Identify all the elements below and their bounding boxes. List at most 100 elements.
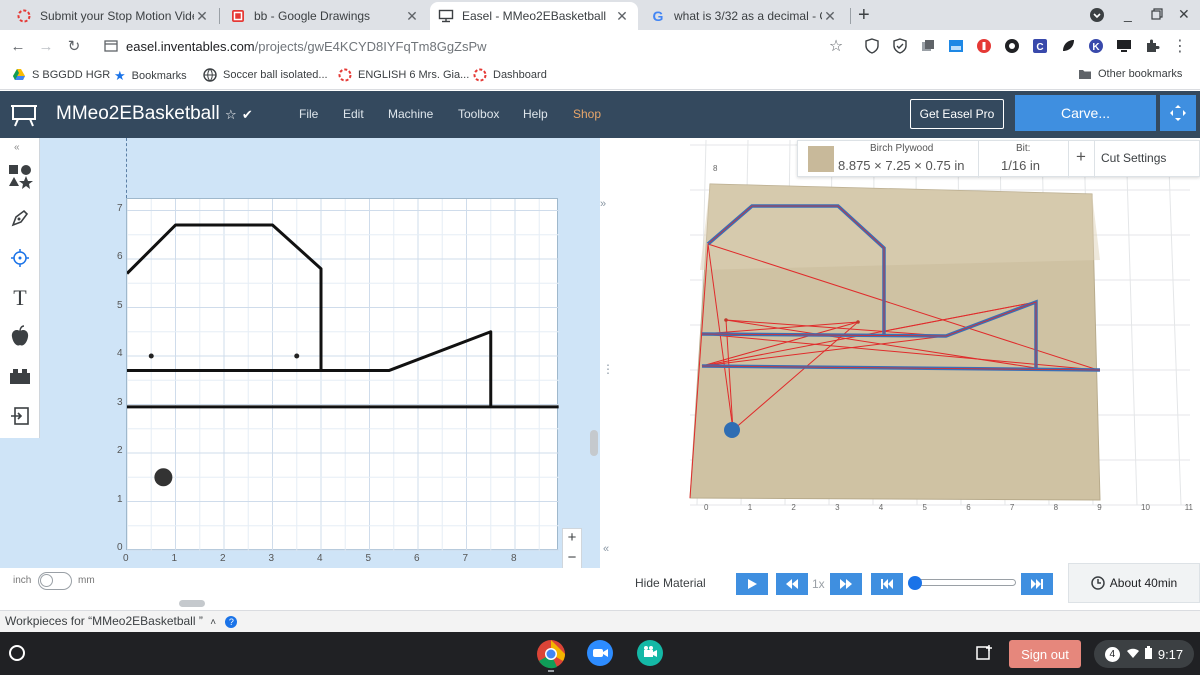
- extension-shield-check-icon[interactable]: [890, 36, 910, 56]
- screencastify-icon[interactable]: [636, 639, 664, 670]
- tab-divider: [219, 8, 220, 24]
- menu-shop[interactable]: Shop: [573, 107, 601, 121]
- bookmark-item[interactable]: ★ Bookmarks: [114, 68, 187, 84]
- forward-arrow-icon[interactable]: →: [36, 36, 56, 56]
- tab-stop-motion[interactable]: Submit your Stop Motion Video ✕: [8, 2, 218, 30]
- extension-cards-icon[interactable]: [918, 36, 938, 56]
- text-tool-icon[interactable]: T: [4, 282, 36, 314]
- x-tick-label-3d: 3: [835, 503, 840, 512]
- hide-material-button[interactable]: Hide Material: [635, 576, 706, 590]
- bookmark-item[interactable]: Soccer ball isolated...: [203, 68, 328, 82]
- shapes-icon[interactable]: [4, 160, 36, 192]
- preview-3d-svg[interactable]: 0 1 2 3 4 5 6 7 8 9 10 11 8: [612, 138, 1200, 568]
- fast-forward-icon[interactable]: [830, 573, 862, 595]
- target-point-icon[interactable]: [4, 242, 36, 274]
- close-icon[interactable]: ✕: [194, 8, 210, 25]
- apps-apple-icon[interactable]: [4, 320, 36, 352]
- close-icon[interactable]: ✕: [614, 8, 630, 25]
- page-info-icon[interactable]: [104, 39, 118, 53]
- workpieces-bar[interactable]: Workpieces for “MMeo2EBasketball ” ˄ ?: [0, 610, 1200, 632]
- extension-leaf-icon[interactable]: [1058, 36, 1078, 56]
- inventory-brick-icon[interactable]: [4, 360, 36, 392]
- extensions-puzzle-icon[interactable]: [1142, 36, 1162, 56]
- material-dimensions[interactable]: 8.875 × 7.25 × 0.75 in: [838, 158, 965, 173]
- cast-monitor-icon[interactable]: [1114, 36, 1134, 56]
- new-tab-button[interactable]: +: [858, 4, 870, 27]
- star-icon: ★: [114, 68, 126, 83]
- progress-slider[interactable]: [914, 579, 1016, 586]
- menu-toolbox[interactable]: Toolbox: [458, 107, 499, 121]
- move-arrows-icon[interactable]: [1160, 95, 1196, 131]
- extension-photo-icon[interactable]: [946, 36, 966, 56]
- address-bar[interactable]: easel.inventables.com/projects/gwE4KCYD8…: [96, 32, 856, 60]
- tab-easel[interactable]: Easel - MMeo2EBasketball ✕: [430, 2, 638, 30]
- skip-start-icon[interactable]: [871, 573, 903, 595]
- carve-button[interactable]: Carve...: [1015, 95, 1156, 131]
- status-tray[interactable]: 4 9:17: [1094, 640, 1194, 668]
- clock-icon: [1091, 576, 1105, 590]
- design-canvas[interactable]: [125, 185, 559, 551]
- svg-text:C: C: [1036, 42, 1043, 53]
- material-swatch[interactable]: [808, 146, 834, 172]
- material-name[interactable]: Birch Plywood: [870, 143, 933, 154]
- tab-search-icon[interactable]: [1089, 7, 1105, 26]
- tab-google-search[interactable]: G what is 3/32 as a decimal - Goo ✕: [642, 2, 846, 30]
- collapse-up-icon[interactable]: «: [14, 142, 20, 153]
- bookmark-star-icon[interactable]: ☆: [826, 36, 846, 56]
- tab-label: what is 3/32 as a decimal - Goo: [674, 9, 822, 23]
- easel-logo-icon[interactable]: [10, 103, 38, 130]
- project-title[interactable]: MMeo2EBasketball ☆ ✔: [56, 103, 253, 125]
- bookmark-item[interactable]: ENGLISH 6 Mrs. Gia...: [338, 68, 469, 82]
- zoom-app-icon[interactable]: [586, 639, 614, 670]
- play-icon[interactable]: [736, 573, 768, 595]
- extension-c-icon[interactable]: C: [1030, 36, 1050, 56]
- chrome-icon[interactable]: [536, 639, 566, 672]
- rewind-icon[interactable]: [776, 573, 808, 595]
- collapse-arrow-icon[interactable]: »: [600, 198, 606, 210]
- sign-out-button[interactable]: Sign out: [1009, 640, 1081, 668]
- minimize-icon[interactable]: _: [1124, 6, 1132, 22]
- time-estimate-label: About 40min: [1109, 576, 1178, 590]
- skip-end-icon[interactable]: [1021, 573, 1053, 595]
- close-icon[interactable]: ✕: [822, 8, 838, 25]
- screen-capture-icon[interactable]: [976, 644, 994, 665]
- close-icon[interactable]: ✕: [404, 8, 420, 25]
- bookmark-item[interactable]: S BGGDD HGR: [12, 68, 110, 81]
- reload-icon[interactable]: ↻: [64, 36, 84, 56]
- menu-file[interactable]: File: [299, 107, 318, 121]
- favorite-star-icon[interactable]: ☆: [225, 107, 237, 122]
- design-canvas-svg[interactable]: [125, 185, 559, 551]
- progress-slider-knob[interactable]: [908, 576, 922, 590]
- help-icon[interactable]: ?: [225, 616, 238, 628]
- unit-toggle[interactable]: [38, 572, 72, 590]
- launcher-icon[interactable]: [9, 645, 25, 661]
- menu-machine[interactable]: Machine: [388, 107, 433, 121]
- get-easel-pro-button[interactable]: Get Easel Pro: [910, 99, 1004, 129]
- other-bookmarks[interactable]: Other bookmarks: [1078, 68, 1182, 80]
- time-estimate[interactable]: About 40min: [1068, 563, 1200, 603]
- google-drive-icon: [12, 68, 26, 81]
- close-window-icon[interactable]: ✕: [1178, 6, 1190, 23]
- back-arrow-icon[interactable]: ←: [8, 36, 28, 56]
- extension-dark-icon[interactable]: [1002, 36, 1022, 56]
- import-icon[interactable]: [4, 400, 36, 432]
- extension-shield-icon[interactable]: [862, 36, 882, 56]
- expand-arrow-icon[interactable]: «: [603, 543, 609, 555]
- chevron-up-icon[interactable]: ˄: [210, 617, 216, 628]
- bit-value[interactable]: 1/16 in: [1001, 158, 1040, 173]
- extension-k-icon[interactable]: K: [1086, 36, 1106, 56]
- menu-help[interactable]: Help: [523, 107, 548, 121]
- extension-stop-icon[interactable]: [974, 36, 994, 56]
- menu-edit[interactable]: Edit: [343, 107, 364, 121]
- horizontal-scroll-thumb[interactable]: [179, 600, 205, 607]
- zoom-in-button[interactable]: +: [563, 529, 581, 549]
- vertical-scroll-thumb[interactable]: [590, 430, 598, 456]
- add-bit-button[interactable]: +: [1076, 147, 1086, 167]
- y-tick-label: 3: [117, 396, 123, 408]
- cut-settings-button[interactable]: Cut Settings: [1101, 151, 1166, 165]
- pen-tool-icon[interactable]: [4, 202, 36, 234]
- restore-icon[interactable]: [1151, 8, 1163, 23]
- tab-google-drawings[interactable]: bb - Google Drawings ✕: [222, 2, 428, 30]
- bookmark-item[interactable]: Dashboard: [473, 68, 547, 82]
- more-vert-icon[interactable]: ⋮: [1170, 36, 1190, 56]
